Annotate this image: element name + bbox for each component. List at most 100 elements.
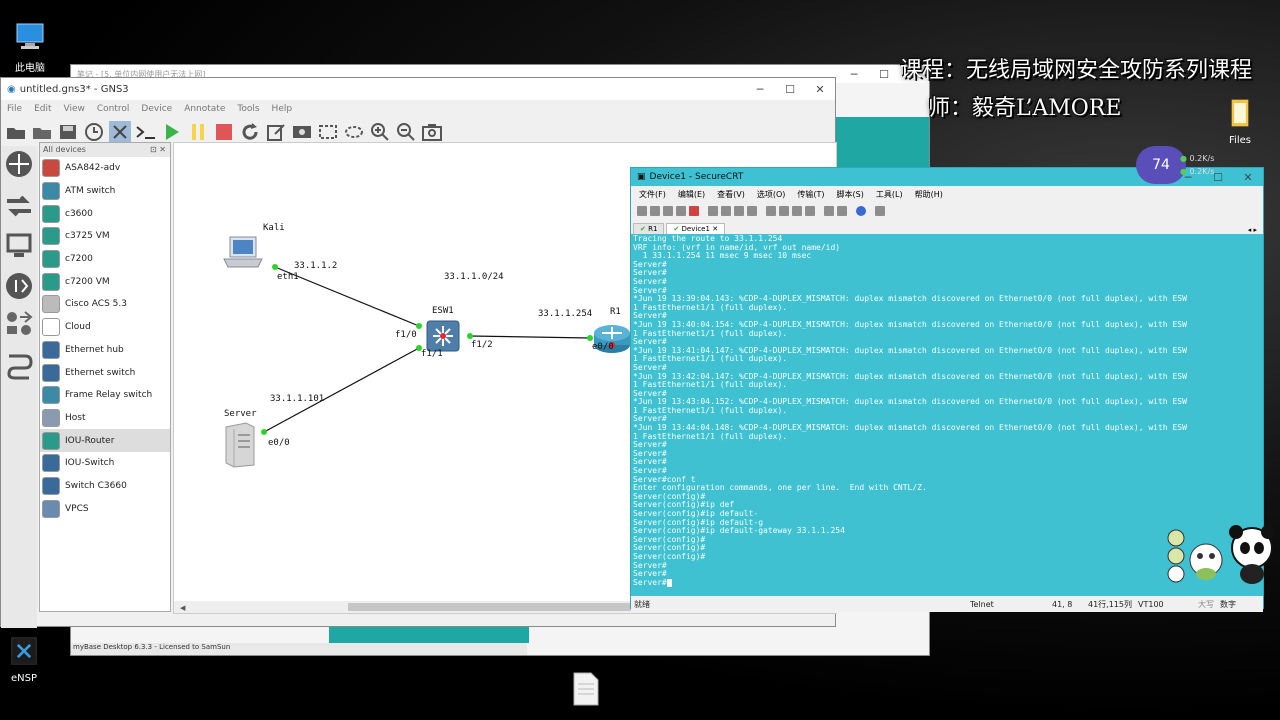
insert-picture-icon[interactable] [291, 121, 313, 143]
status-ready: 就绪 [634, 599, 650, 609]
copy-paste-icon[interactable] [734, 206, 744, 216]
show-interface-labels-icon[interactable] [109, 121, 131, 143]
disconnect-icon[interactable] [689, 206, 699, 216]
options-icon[interactable] [875, 206, 885, 216]
session-options-icon[interactable] [792, 206, 802, 216]
suspend-all-icon[interactable] [187, 121, 209, 143]
paste-icon[interactable] [721, 206, 731, 216]
tab-r1[interactable]: ✔ R1 [633, 223, 665, 234]
esw1-switch-icon[interactable] [425, 319, 463, 353]
device-item[interactable]: Ethernet hub [40, 339, 170, 362]
screenshot-icon[interactable] [421, 121, 443, 143]
start-all-icon[interactable] [161, 121, 183, 143]
crt-menu-transfer[interactable]: 传输(T) [797, 189, 824, 200]
device-item[interactable]: ASA842-adv [40, 157, 170, 180]
crt-menu-file[interactable]: 文件(F) [639, 189, 666, 200]
minimize-icon[interactable]: ─ [839, 68, 869, 81]
desktop-icon-ensp[interactable]: eNSP [0, 636, 54, 684]
menu-annotate[interactable]: Annotate [178, 104, 231, 114]
device-item[interactable]: c3725 VM [40, 225, 170, 248]
menu-tools[interactable]: Tools [231, 104, 265, 114]
device-item[interactable]: ATM switch [40, 180, 170, 203]
print-icon[interactable] [766, 206, 776, 216]
draw-rectangle-icon[interactable] [317, 121, 339, 143]
canvas-hscrollbar-thumb[interactable] [348, 603, 632, 611]
device-item[interactable]: c3600 [40, 202, 170, 225]
device-item[interactable]: IOU-Switch [40, 452, 170, 475]
snapshot-icon[interactable] [83, 121, 105, 143]
close-icon[interactable]: ✕ [805, 83, 835, 96]
maximize-icon[interactable]: ☐ [869, 68, 899, 81]
close-icon[interactable]: ✕ [1233, 171, 1263, 184]
keymap-icon[interactable] [837, 206, 847, 216]
reload-all-icon[interactable] [239, 121, 261, 143]
device-item[interactable]: Cloud [40, 316, 170, 339]
crt-menu-script[interactable]: 脚本(S) [837, 189, 864, 200]
browse-all-devices-icon[interactable] [5, 310, 33, 338]
minimize-icon[interactable]: ─ [745, 83, 775, 96]
browse-end-devices-icon[interactable] [5, 232, 33, 260]
menu-file[interactable]: File [1, 104, 28, 114]
reconnect-icon[interactable] [676, 206, 686, 216]
crt-menu-view[interactable]: 查看(V) [717, 189, 745, 200]
tab-scroll-icon[interactable]: ◂ ▸ [1248, 226, 1257, 234]
global-options-icon[interactable] [805, 206, 815, 216]
desktop-icon-files[interactable]: Files [1210, 98, 1270, 146]
add-link-icon[interactable] [5, 352, 33, 380]
link-server-esw1[interactable] [263, 347, 420, 433]
device-item[interactable]: c7200 [40, 248, 170, 271]
stop-all-icon[interactable] [213, 121, 235, 143]
device-item[interactable]: Cisco ACS 5.3 [40, 293, 170, 316]
connect-icon[interactable] [637, 206, 647, 216]
browse-switches-icon[interactable] [5, 192, 33, 220]
crt-menu-tools[interactable]: 工具(L) [876, 189, 903, 200]
add-note-icon[interactable] [265, 121, 287, 143]
tab-close-icon[interactable]: ✕ [712, 225, 718, 233]
console-all-icon[interactable] [135, 121, 157, 143]
zoom-in-icon[interactable] [369, 121, 391, 143]
open-project-icon[interactable] [31, 121, 53, 143]
status-caps: 大写 [1198, 599, 1214, 609]
tab-device1[interactable]: ✔ Device1 ✕ [666, 223, 726, 234]
sftp-icon[interactable] [824, 206, 834, 216]
cpu-usage-badge[interactable]: 74 [1136, 146, 1186, 184]
zoom-out-icon[interactable] [395, 121, 417, 143]
scroll-left-icon[interactable]: ◀ [180, 604, 185, 612]
print-setup-icon[interactable] [779, 206, 789, 216]
save-project-icon[interactable] [57, 121, 79, 143]
maximize-icon[interactable]: ☐ [775, 83, 805, 96]
device-type-icon [42, 159, 60, 178]
kali-host-icon[interactable] [222, 235, 266, 271]
tab-label: R1 [648, 225, 658, 233]
server-icon[interactable] [222, 421, 258, 469]
menu-device[interactable]: Device [135, 104, 178, 114]
link-esw1-r1[interactable] [469, 335, 591, 339]
device-item[interactable]: Frame Relay switch [40, 384, 170, 407]
connect-tab-icon[interactable] [663, 206, 673, 216]
panel-close-icon[interactable]: ⊡ ✕ [150, 143, 166, 157]
menu-help[interactable]: Help [266, 104, 299, 114]
browse-security-devices-icon[interactable] [5, 272, 33, 300]
draw-ellipse-icon[interactable] [343, 121, 365, 143]
help-icon[interactable] [856, 206, 866, 216]
device-item[interactable]: Switch C3660 [40, 475, 170, 498]
desktop-icon-this-pc[interactable]: 此电脑 [0, 22, 60, 74]
crt-menu-edit[interactable]: 编辑(E) [678, 189, 705, 200]
browse-routers-icon[interactable] [5, 150, 33, 178]
device-item[interactable]: c7200 VM [40, 270, 170, 293]
device-item[interactable]: Ethernet switch [40, 361, 170, 384]
find-icon[interactable] [747, 206, 757, 216]
new-project-icon[interactable] [5, 121, 27, 143]
device-item[interactable]: Host [40, 407, 170, 430]
copy-icon[interactable] [708, 206, 718, 216]
menu-view[interactable]: View [58, 104, 91, 114]
crt-menu-options[interactable]: 选项(O) [757, 189, 786, 200]
document-icon[interactable] [572, 672, 600, 706]
device-item[interactable]: IOU-Router [40, 429, 170, 452]
quick-connect-icon[interactable] [650, 206, 660, 216]
terminal-line: Server# [633, 458, 1261, 467]
crt-menu-help[interactable]: 帮助(H) [915, 189, 943, 200]
device-item[interactable]: VPCS [40, 497, 170, 520]
menu-control[interactable]: Control [91, 104, 136, 114]
menu-edit[interactable]: Edit [28, 104, 57, 114]
